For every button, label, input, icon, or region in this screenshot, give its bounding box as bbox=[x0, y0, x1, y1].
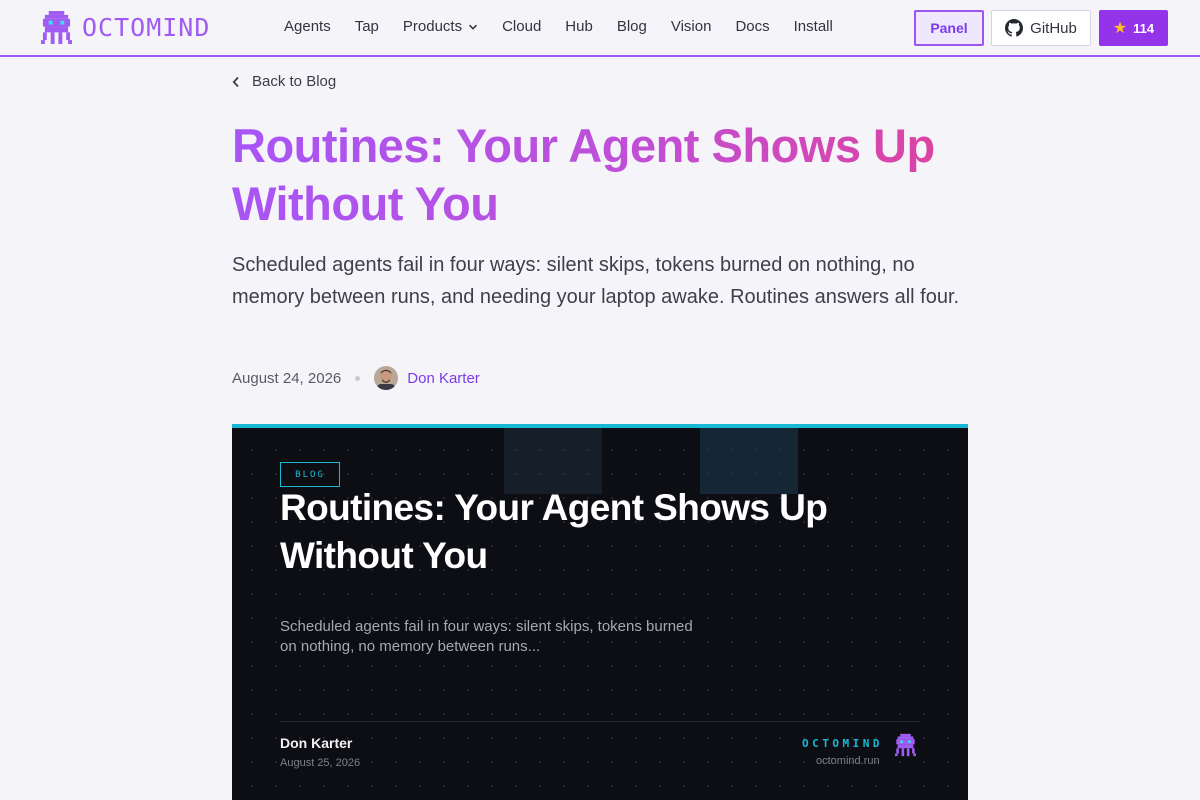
nav-hub[interactable]: Hub bbox=[565, 18, 593, 35]
article-meta: August 24, 2026 Don Karter bbox=[232, 366, 480, 390]
author-photo bbox=[374, 366, 399, 390]
github-label: GitHub bbox=[1030, 19, 1077, 37]
author-link[interactable]: Don Karter bbox=[407, 370, 480, 387]
hero-domain: octomind.run bbox=[816, 755, 880, 767]
article-date: August 24, 2026 bbox=[232, 369, 342, 387]
back-label: Back to Blog bbox=[252, 73, 337, 90]
hero-title: Routines: Your Agent Shows Up Without Yo… bbox=[280, 487, 828, 576]
octopus-pixel-icon bbox=[41, 11, 72, 44]
star-icon: ★ bbox=[1112, 20, 1128, 37]
nav-products-label: Products bbox=[402, 18, 463, 35]
github-icon bbox=[1005, 19, 1024, 37]
panel-button[interactable]: Panel bbox=[914, 10, 984, 46]
octopus-pixel-icon bbox=[895, 733, 916, 757]
nav-blog[interactable]: Blog bbox=[617, 18, 647, 35]
chevron-down-icon bbox=[469, 24, 478, 30]
nav-products[interactable]: Products bbox=[403, 18, 478, 35]
hero-divider bbox=[280, 721, 920, 722]
avatar[interactable] bbox=[374, 366, 399, 390]
hero-date: August 25, 2026 bbox=[280, 757, 361, 769]
article-title: Routines: Your Agent Shows Up Without Yo… bbox=[232, 117, 972, 233]
article-lede: Scheduled agents fail in four ways: sile… bbox=[232, 254, 960, 308]
nav-tap[interactable]: Tap bbox=[355, 18, 379, 35]
nav-vision[interactable]: Vision bbox=[671, 18, 712, 35]
brand-logo[interactable]: OCTOMIND bbox=[41, 11, 210, 44]
hero-brand: OCTOMIND bbox=[802, 737, 883, 750]
main-nav: Agents Tap Products Cloud Hub Blog Visio… bbox=[284, 18, 857, 35]
chevron-left-icon bbox=[232, 76, 239, 87]
nav-cloud[interactable]: Cloud bbox=[502, 18, 541, 35]
back-to-blog-link[interactable]: Back to Blog bbox=[232, 73, 336, 90]
hero-author: Don Karter bbox=[280, 735, 353, 751]
brand-name: OCTOMIND bbox=[82, 13, 211, 42]
meta-separator bbox=[355, 375, 361, 381]
star-button[interactable]: ★ 114 bbox=[1099, 10, 1168, 46]
hero-subtitle: Scheduled agents fail in four ways: sile… bbox=[280, 618, 693, 655]
nav-install[interactable]: Install bbox=[794, 18, 833, 35]
github-button[interactable]: GitHub bbox=[991, 10, 1091, 46]
star-count: 114 bbox=[1133, 20, 1155, 36]
nav-agents[interactable]: Agents bbox=[284, 18, 331, 35]
nav-docs[interactable]: Docs bbox=[735, 18, 769, 35]
top-navbar: OCTOMIND Agents Tap Products Cloud Hub B… bbox=[0, 0, 1200, 57]
hero-image: BLOG Routines: Your Agent Shows Up Witho… bbox=[232, 424, 968, 800]
